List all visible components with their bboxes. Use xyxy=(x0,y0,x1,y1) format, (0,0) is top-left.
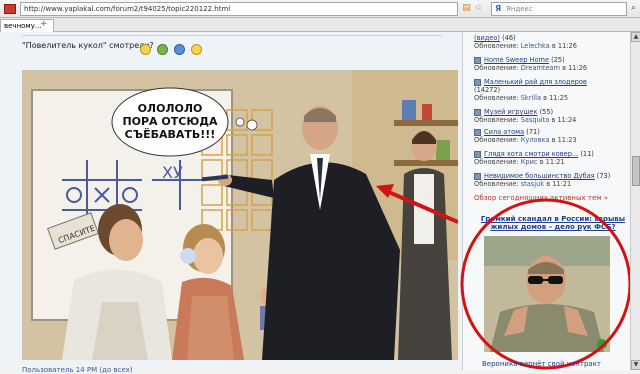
site-favicon-icon xyxy=(4,4,16,14)
sidebar-item-updated-user[interactable]: Lelechka xyxy=(521,42,550,50)
sidebar-item-updated-user[interactable]: stasjuk xyxy=(521,180,544,188)
sidebar-item-count: (55) xyxy=(539,108,554,116)
topic-icon xyxy=(474,78,481,86)
topic-icon xyxy=(474,56,481,64)
post-photo: ХУ ОЛОЛОЛО ПОРА ОТСЮДА СЪЁБАВАТЬ!!! СПАС… xyxy=(22,70,458,360)
topic-icon xyxy=(474,108,481,116)
scroll-up-icon[interactable]: ▲ xyxy=(631,32,640,42)
sidebar-item-updated-time: в 11:24 xyxy=(551,116,577,124)
sidebar-item-label[interactable]: Маленький рай для злодеров xyxy=(484,78,587,86)
smilies-row xyxy=(140,39,203,55)
sidebar-item-count: (14272) xyxy=(474,86,501,94)
news-thumbnail[interactable] xyxy=(484,236,610,352)
sidebar-item-count: (46) xyxy=(502,34,516,42)
sidebar-item-updated-time: в 11:25 xyxy=(543,94,569,102)
search-engine-icon: Я xyxy=(495,4,502,13)
scroll-down-icon[interactable]: ▼ xyxy=(631,360,640,370)
smiley-thinking-icon xyxy=(140,44,151,55)
sidebar-item-label[interactable]: Невидимое большинство Дубая xyxy=(484,172,595,180)
tab-label: вечному... xyxy=(4,22,42,30)
sidebar-item-count: (11) xyxy=(580,150,594,158)
sidebar-item-updated-time: в 11:26 xyxy=(562,64,588,72)
sidebar-item-updated-user[interactable]: Крис xyxy=(521,158,538,166)
news-caption[interactable]: Вероника вернёт свой контракт xyxy=(482,360,601,368)
sidebar-item[interactable]: Маленький рай для злодеров (14272) Обнов… xyxy=(474,78,632,102)
sidebar-item-updated-label: Обновление: xyxy=(474,64,519,72)
sidebar-item-updated-user[interactable]: Skrilla xyxy=(521,94,541,102)
search-go-icon[interactable]: ⌕ xyxy=(628,3,639,14)
topic-icon xyxy=(474,128,481,136)
sidebar-item-updated-label: Обновление: xyxy=(474,94,519,102)
sidebar-item-updated-label: Обновление: xyxy=(474,116,519,124)
sidebar-item[interactable]: Home Sweep Home (25) Обновление: Dreamte… xyxy=(474,56,632,72)
speech-line-1: ОЛОЛОЛО xyxy=(138,102,203,115)
bookmark-star-icon[interactable]: ☆ xyxy=(473,3,484,14)
search-input[interactable]: Я Яндекс xyxy=(491,2,627,16)
sidebar-item-updated-time: в 11:21 xyxy=(546,180,572,188)
scroll-thumb[interactable] xyxy=(632,156,640,186)
thumbnail-scene xyxy=(484,236,610,352)
post-footer[interactable]: Пользователь 14 PM (до всех) xyxy=(22,366,133,374)
sidebar-item-updated-user[interactable]: Sasquita xyxy=(521,116,549,124)
post-divider xyxy=(22,32,442,36)
sidebar-item-label[interactable]: Сила атома xyxy=(484,128,524,136)
sidebar-item[interactable]: Сила атома (71) Обновление: Куловка в 11… xyxy=(474,128,632,144)
post-title: "Повелитель кукол" смотрели? xyxy=(22,41,154,50)
sidebar-item-count: (73) xyxy=(596,172,611,180)
sidebar-item-count: (25) xyxy=(551,56,565,64)
sidebar-item-label[interactable]: Глядя хота смотри ковер... xyxy=(484,150,578,158)
sidebar-item-label[interactable]: Музей игрушек xyxy=(484,108,537,116)
sidebar-item-updated-user[interactable]: Dreamteam xyxy=(521,64,560,72)
sidebar-item[interactable]: (видео) (46) Обновление: Lelechka в 11:2… xyxy=(474,34,632,50)
sidebar-item[interactable]: Глядя хота смотри ковер... (11) Обновлен… xyxy=(474,150,632,166)
smiley-blue-icon xyxy=(174,44,186,55)
sidebar-item[interactable]: Невидимое большинство Дубая (73) Обновле… xyxy=(474,172,632,188)
address-bar-row: http://www.yaplakal.com/forum2/t94025/to… xyxy=(0,0,640,18)
post-area: "Повелитель кукол" смотрели? ХУ ОЛОЛОЛО … xyxy=(0,32,462,374)
topic-icon xyxy=(474,150,481,158)
new-tab-icon[interactable]: + xyxy=(40,19,48,29)
rss-icon[interactable]: ▤ xyxy=(461,3,472,14)
all-active-link[interactable]: Обзор сегодняшних активных тем » xyxy=(474,194,608,202)
tab-strip: вечному... + xyxy=(0,18,640,32)
news-headline[interactable]: Громкий скандал в России: взрывы жилых д… xyxy=(478,215,628,231)
sidebar-item-updated-time: в 11:21 xyxy=(539,158,565,166)
speech-line-3: СЪЁБАВАТЬ!!! xyxy=(125,127,216,141)
speech-line-2: ПОРА ОТСЮДА xyxy=(122,115,218,128)
smiley-green-icon xyxy=(157,44,169,55)
sidebar-item-updated-label: Обновление: xyxy=(474,180,519,188)
topic-icon xyxy=(474,172,481,180)
smiley-thumbs-icon xyxy=(191,44,203,55)
url-field[interactable]: http://www.yaplakal.com/forum2/t94025/to… xyxy=(20,2,458,16)
sidebar-item-updated-label: Обновление: xyxy=(474,158,519,166)
sidebar-item-label[interactable]: Home Sweep Home xyxy=(484,56,549,64)
sidebar-item-label[interactable]: (видео) xyxy=(474,34,500,42)
vertical-scrollbar[interactable]: ▲ ▼ xyxy=(630,32,640,370)
sidebar-item-updated-label: Обновление: xyxy=(474,136,519,144)
sidebar-item-updated-time: в 11:23 xyxy=(551,136,577,144)
sidebar-item-updated-label: Обновление: xyxy=(474,42,519,50)
board-text: ХУ xyxy=(162,163,183,182)
sidebar-item-count: (71) xyxy=(526,128,540,136)
photo-scene: ХУ ОЛОЛОЛО ПОРА ОТСЮДА СЪЁБАВАТЬ!!! СПАС… xyxy=(22,70,458,360)
sidebar-item[interactable]: Музей игрушек (55) Обновление: Sasquita … xyxy=(474,108,632,124)
sidebar-item-updated-time: в 11:26 xyxy=(551,42,577,50)
sidebar-item-updated-user[interactable]: Куловка xyxy=(521,136,550,144)
